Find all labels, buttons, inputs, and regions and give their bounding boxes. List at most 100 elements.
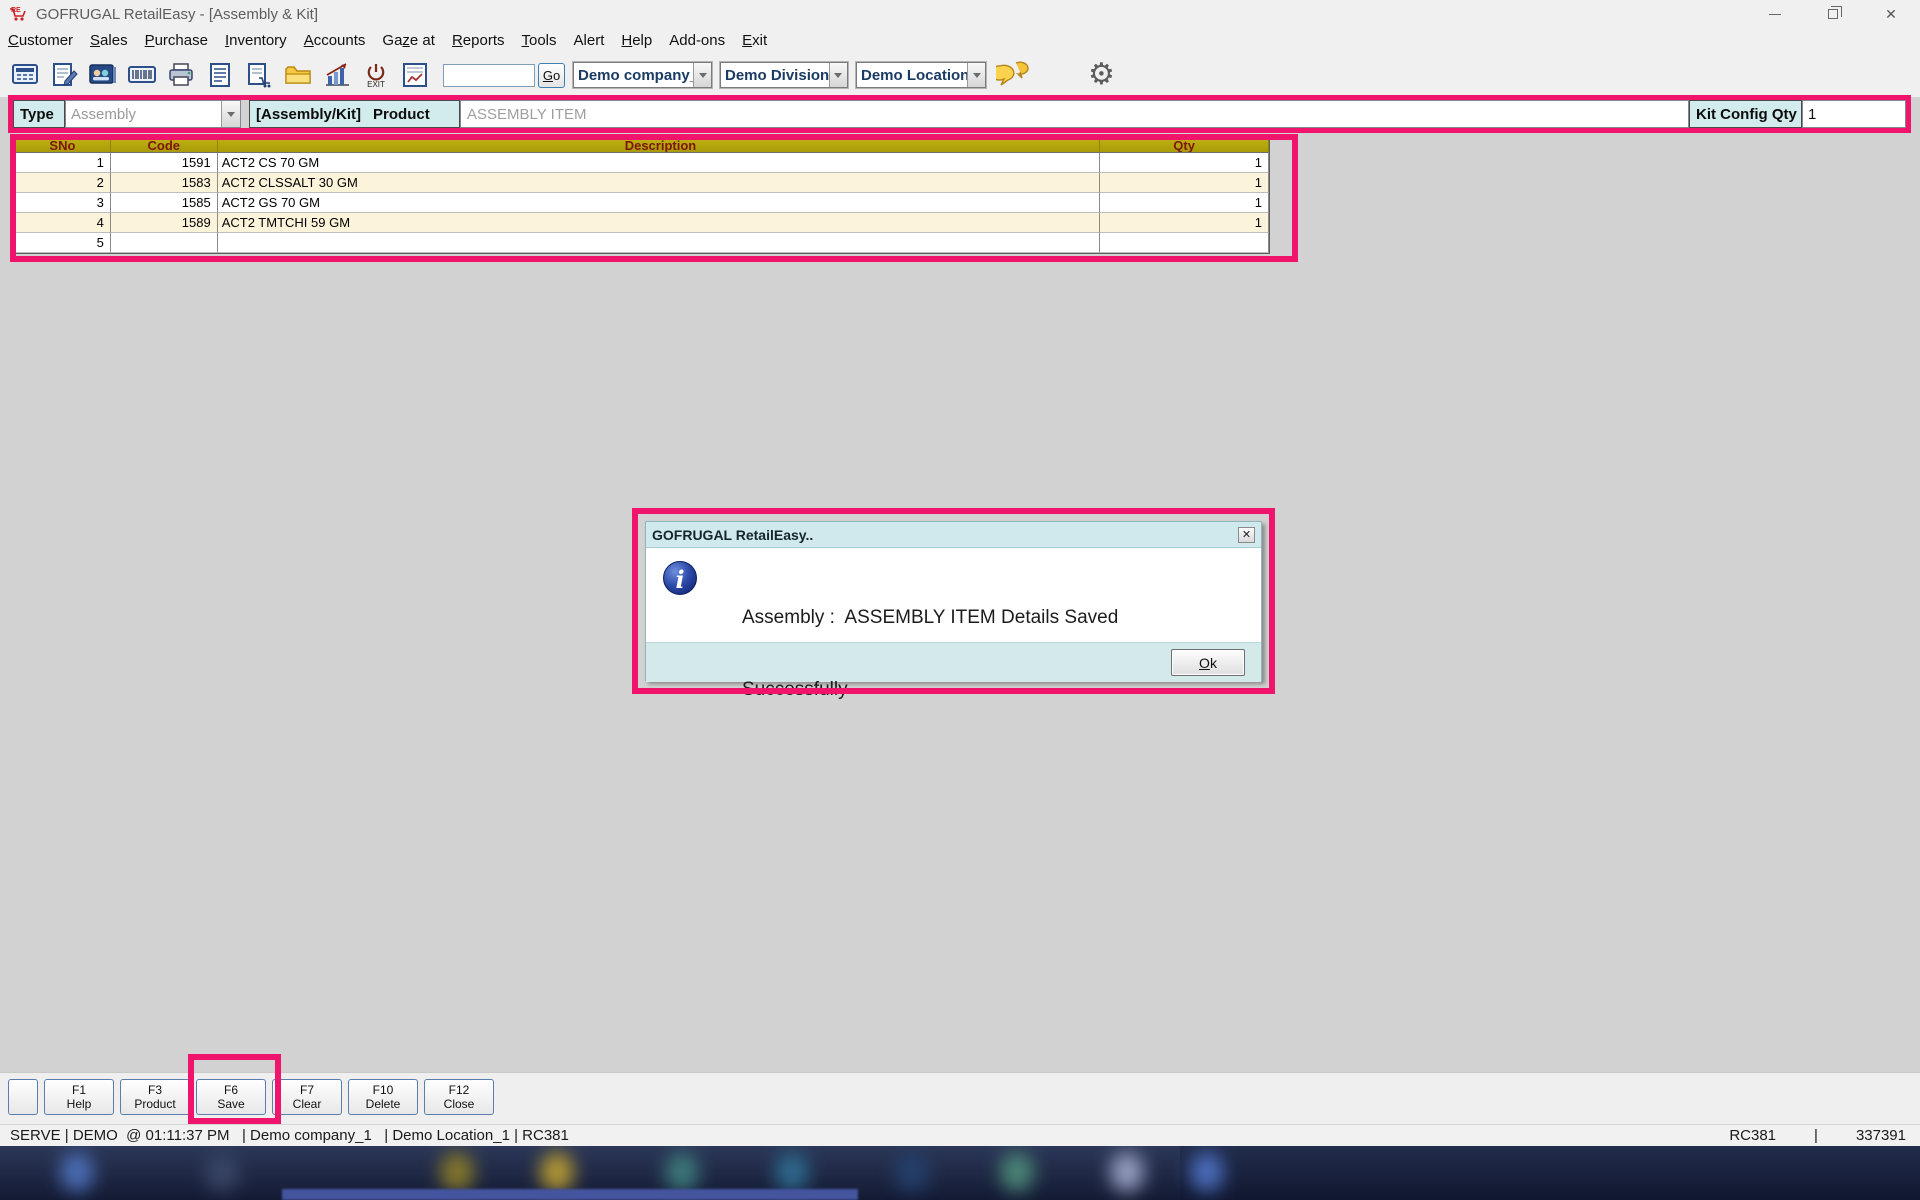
menu-add-ons[interactable]: Add-ons xyxy=(669,32,725,49)
cell-description[interactable] xyxy=(218,233,1101,253)
table-row[interactable]: 3 1585 ACT2 GS 70 GM 1 xyxy=(15,193,1269,213)
f3-product-button[interactable]: F3Product xyxy=(120,1079,190,1115)
barcode-icon[interactable] xyxy=(127,56,157,94)
report-icon[interactable] xyxy=(400,56,430,94)
taskbar-app-icon xyxy=(1000,1152,1034,1192)
taskbar-app-icon xyxy=(1110,1152,1144,1192)
assembly-kit-product-label: [Assembly/Kit]Product xyxy=(249,100,460,128)
chevron-down-icon xyxy=(693,63,711,87)
cell-code[interactable]: 1591 xyxy=(111,153,218,173)
window-controls: ✕ xyxy=(1746,0,1920,28)
menu-purchase[interactable]: Purchase xyxy=(145,32,208,49)
blank-button[interactable] xyxy=(8,1079,38,1115)
close-icon: ✕ xyxy=(1885,6,1897,23)
customer-card-icon[interactable] xyxy=(88,56,118,94)
cell-qty[interactable]: 1 xyxy=(1100,193,1269,213)
taskbar-empty-area xyxy=(1180,1146,1920,1200)
cell-description[interactable]: ACT2 CS 70 GM xyxy=(218,153,1101,173)
cell-qty[interactable]: 1 xyxy=(1100,213,1269,233)
status-left-text: SERVE | DEMO @ 01:11:37 PM | Demo compan… xyxy=(10,1127,569,1144)
chart-icon[interactable] xyxy=(322,56,352,94)
windows-taskbar[interactable] xyxy=(0,1146,1920,1200)
company-select[interactable]: Demo company_ xyxy=(573,62,712,88)
exit-power-icon[interactable]: EXIT xyxy=(361,56,391,94)
status-number: 337391 xyxy=(1856,1127,1906,1144)
cell-qty[interactable]: 1 xyxy=(1100,173,1269,193)
menu-gaze-at[interactable]: Gaze at xyxy=(382,32,435,49)
column-header-sno: SNo xyxy=(15,138,111,153)
f6-save-button[interactable]: F6Save xyxy=(196,1079,266,1115)
invoice-icon[interactable] xyxy=(205,56,235,94)
folder-icon[interactable] xyxy=(283,56,313,94)
f1-help-button[interactable]: F1Help xyxy=(44,1079,114,1115)
menu-reports[interactable]: Reports xyxy=(452,32,505,49)
taskbar-highlight-bar xyxy=(282,1189,858,1200)
f7-clear-button[interactable]: F7Clear xyxy=(272,1079,342,1115)
cell-description[interactable]: ACT2 TMTCHI 59 GM xyxy=(218,213,1101,233)
taskbar-app-icon xyxy=(205,1152,239,1192)
close-button[interactable]: ✕ xyxy=(1862,0,1920,28)
cell-qty[interactable]: 1 xyxy=(1100,153,1269,173)
sales-edit-icon[interactable] xyxy=(49,56,79,94)
menu-customer[interactable]: Customer xyxy=(8,32,73,49)
taskbar-app-icon xyxy=(60,1152,94,1192)
location-select[interactable]: Demo Location xyxy=(856,62,986,88)
cell-description[interactable]: ACT2 GS 70 GM xyxy=(218,193,1101,213)
status-bar: SERVE | DEMO @ 01:11:37 PM | Demo compan… xyxy=(0,1124,1920,1146)
menu-sales[interactable]: Sales xyxy=(90,32,128,49)
settings-gear-icon[interactable]: ⚙ xyxy=(1088,60,1115,90)
assembly-form-row: Type Assembly [Assembly/Kit]Product ASSE… xyxy=(13,100,1906,128)
svg-text:i: i xyxy=(675,565,684,594)
menu-help[interactable]: Help xyxy=(621,32,652,49)
table-row[interactable]: 1 1591 ACT2 CS 70 GM 1 xyxy=(15,153,1269,173)
svg-text:RE: RE xyxy=(11,7,21,14)
type-dropdown[interactable]: Assembly xyxy=(65,100,241,128)
division-select[interactable]: Demo Division xyxy=(720,62,848,88)
chat-icon[interactable] xyxy=(996,60,1030,91)
function-key-bar: F1Help F3Product F6Save F7Clear F10Delet… xyxy=(0,1072,1920,1124)
info-icon: i xyxy=(662,560,698,596)
kit-config-qty-input[interactable]: 1 xyxy=(1802,100,1906,128)
billing-icon[interactable] xyxy=(10,56,40,94)
menu-inventory[interactable]: Inventory xyxy=(225,32,287,49)
menu-tools[interactable]: Tools xyxy=(522,32,557,49)
menu-exit[interactable]: Exit xyxy=(742,32,767,49)
product-field[interactable]: ASSEMBLY ITEM xyxy=(460,100,1689,128)
cell-sno: 5 xyxy=(15,233,111,253)
assembly-items-table: SNo Code Description Qty 1 1591 ACT2 CS … xyxy=(14,137,1270,254)
f12-close-button[interactable]: F12Close xyxy=(424,1079,494,1115)
taskbar-app-icon xyxy=(895,1152,929,1192)
quick-search-input[interactable] xyxy=(443,64,535,87)
dialog-close-button[interactable]: ✕ xyxy=(1238,527,1255,543)
print-icon[interactable] xyxy=(166,56,196,94)
stock-doc-icon[interactable] xyxy=(244,56,274,94)
table-row[interactable]: 4 1589 ACT2 TMTCHI 59 GM 1 xyxy=(15,213,1269,233)
cell-description[interactable]: ACT2 CLSSALT 30 GM xyxy=(218,173,1101,193)
column-header-qty: Qty xyxy=(1100,138,1269,153)
cell-qty[interactable] xyxy=(1100,233,1269,253)
minimize-button[interactable] xyxy=(1746,0,1804,28)
type-label: Type xyxy=(13,100,65,128)
save-confirmation-dialog: GOFRUGAL RetailEasy.. ✕ i Assembly : ASS… xyxy=(645,521,1262,681)
f10-delete-button[interactable]: F10Delete xyxy=(348,1079,418,1115)
chevron-down-icon xyxy=(967,63,985,87)
ok-button[interactable]: Ok xyxy=(1171,649,1245,676)
taskbar-app-icon xyxy=(665,1152,699,1192)
cell-code[interactable]: 1585 xyxy=(111,193,218,213)
dialog-title-bar: GOFRUGAL RetailEasy.. ✕ xyxy=(646,522,1261,548)
toolbar: EXIT Go Demo company_ Demo Division Demo… xyxy=(0,53,1920,97)
menu-alert[interactable]: Alert xyxy=(574,32,605,49)
restore-button[interactable] xyxy=(1804,0,1862,28)
menu-accounts[interactable]: Accounts xyxy=(304,32,366,49)
cell-code[interactable] xyxy=(111,233,218,253)
kit-config-qty-label: Kit Config Qty xyxy=(1689,100,1802,128)
menu-bar: Customer Sales Purchase Inventory Accoun… xyxy=(0,28,1920,53)
table-row[interactable]: 2 1583 ACT2 CLSSALT 30 GM 1 xyxy=(15,173,1269,193)
cell-sno: 1 xyxy=(15,153,111,173)
exit-caption: EXIT xyxy=(367,81,385,89)
table-row[interactable]: 5 xyxy=(15,233,1269,253)
go-button[interactable]: Go xyxy=(538,63,565,88)
cell-code[interactable]: 1583 xyxy=(111,173,218,193)
cell-code[interactable]: 1589 xyxy=(111,213,218,233)
column-header-description: Description xyxy=(218,138,1101,153)
